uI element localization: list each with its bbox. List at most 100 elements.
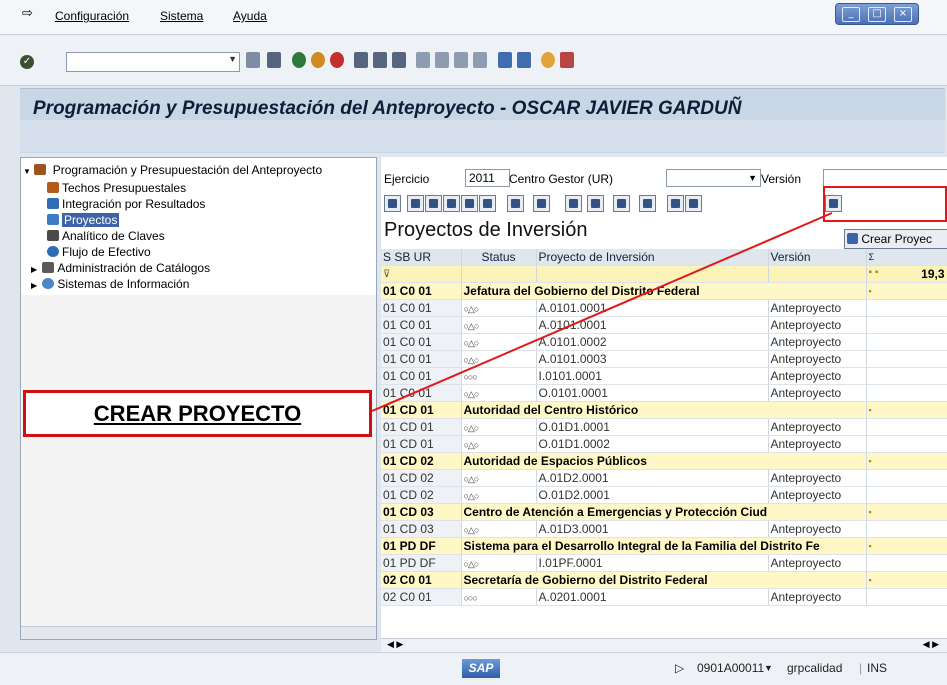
row-project[interactable]: O.0101.0001 [536,384,769,402]
menu-configuracion[interactable]: Configuración [55,9,129,23]
tree-folder-sistemas[interactable]: ▶ Sistemas de Información [31,277,189,292]
row-project[interactable]: A.01D2.0001 [536,469,769,487]
exit-icon[interactable] [311,52,325,68]
layout-icon[interactable] [560,52,574,68]
scroll-left-icon[interactable]: ◀ ▶ [387,639,403,650]
row-project[interactable]: I.01PF.0001 [536,554,769,572]
row-project[interactable]: O.01D1.0002 [536,435,769,453]
group-row[interactable]: 01 PD DF Sistema para el Desarrollo Integ… [381,537,947,555]
layout-icon[interactable] [639,195,656,212]
tree-scrollbar[interactable] [21,626,376,639]
last-page-icon[interactable] [473,52,487,68]
minimize-icon[interactable]: _ [842,7,860,22]
col-header-sum[interactable]: Σ [866,249,947,266]
table-row[interactable]: 01 CD 02 ○△○ A.01D2.0001 Anteproyecto [381,469,947,487]
row-project[interactable]: A.01D3.0001 [536,520,769,538]
tree-root[interactable]: ▼ Programación y Presupuestación del Ant… [23,163,322,178]
collapsed-arrow-icon[interactable]: ▶ [31,265,39,274]
table-row[interactable]: 01 CD 02 ○△○ O.01D2.0001 Anteproyecto [381,486,947,504]
sort-asc-icon[interactable] [407,195,424,212]
details-icon[interactable] [384,195,401,212]
sort-desc-icon[interactable] [425,195,442,212]
save-icon[interactable] [267,52,281,68]
centro-gestor-field[interactable]: ▼ [666,169,761,187]
col-header-version[interactable]: Versión [768,249,867,266]
views-icon[interactable] [587,195,604,212]
expand-arrow-icon[interactable]: ▼ [23,167,31,176]
row-project[interactable]: A.0101.0003 [536,350,769,368]
cancel-icon[interactable] [330,52,344,68]
save-prev-icon[interactable] [246,52,260,68]
group-row[interactable]: 02 C0 01 Secretaría de Gobierno del Distr… [381,571,947,589]
tree-item-proyectos[interactable]: Proyectos [47,213,120,228]
col-header-code[interactable]: S SB UR [381,249,462,266]
group-row[interactable]: 01 CD 03 Centro de Atención a Emergencias… [381,503,947,521]
status-arrow-icon[interactable]: ▷ [675,661,684,675]
tree-item-integracion[interactable]: Integración por Resultados [47,197,205,212]
row-project[interactable]: I.0101.0001 [536,367,769,385]
chevron-down-icon[interactable]: ▼ [748,170,757,186]
next-page-icon[interactable] [454,52,468,68]
table-row[interactable]: 01 C0 01 ○△○ A.0101.0003 Anteproyecto [381,350,947,368]
find-next-icon[interactable] [392,52,406,68]
find-icon[interactable] [443,195,460,212]
maximize-icon[interactable]: □ [868,7,886,22]
total-filter-icon[interactable]: ⊽ [381,265,462,283]
tree-item-techos[interactable]: Techos Presupuestales [47,181,186,196]
menu-ayuda[interactable]: Ayuda [233,9,267,23]
row-project[interactable]: O.01D1.0001 [536,418,769,436]
row-project[interactable]: A.0101.0002 [536,333,769,351]
print-icon[interactable] [565,195,582,212]
table-row[interactable]: 01 C0 01 ○△○ A.0101.0001 Anteproyecto [381,299,947,317]
ejercicio-field[interactable]: 2011 [465,169,510,187]
new-session-icon[interactable] [498,52,512,68]
table-row[interactable]: 01 C0 01 ○△○ O.0101.0001 Anteproyecto [381,384,947,402]
version-field[interactable] [823,169,947,187]
table-row[interactable]: 01 CD 01 ○△○ O.01D1.0001 Anteproyecto [381,418,947,436]
info-icon[interactable] [685,195,702,212]
print-icon[interactable] [354,52,368,68]
grid-horizontal-scrollbar[interactable]: ◀ ▶ ◀ ▶ [381,638,947,652]
row-project[interactable]: A.0101.0001 [536,299,769,317]
row-project[interactable]: A.0101.0001 [536,316,769,334]
table-row[interactable]: 01 PD DF ○△○ I.01PF.0001 Anteproyecto [381,554,947,572]
session-id[interactable]: 0901A00011 [697,661,764,675]
crear-proyecto-button[interactable]: Crear Proyec [844,229,947,249]
tree-item-flujo[interactable]: Flujo de Efectivo [47,245,151,260]
table-row[interactable]: 01 CD 03 ○△○ A.01D3.0001 Anteproyecto [381,520,947,538]
table-row[interactable]: 01 C0 01 ○○○ I.0101.0001 Anteproyecto [381,367,947,385]
group-row[interactable]: 01 C0 01 Jefatura del Gobierno del Distri… [381,282,947,300]
collapsed-arrow-icon[interactable]: ▶ [31,281,39,290]
filter-icon[interactable] [479,195,496,212]
col-header-proyecto[interactable]: Proyecto de Inversión [536,249,769,266]
graphic-icon[interactable] [667,195,684,212]
chevron-down-icon[interactable]: ▼ [228,54,237,64]
scroll-right-icon[interactable]: ◀ ▶ [923,639,939,650]
back-icon[interactable] [292,52,306,68]
table-row[interactable]: 01 CD 01 ○△○ O.01D1.0002 Anteproyecto [381,435,947,453]
help-icon[interactable] [541,52,555,68]
table-row[interactable]: 01 C0 01 ○△○ A.0101.0001 Anteproyecto [381,316,947,334]
row-project[interactable]: A.0201.0001 [536,588,769,606]
group-row[interactable]: 01 CD 01 Autoridad del Centro Histórico ▪ [381,401,947,419]
menu-icon[interactable]: ⇨ [22,6,33,21]
tree-item-analitico[interactable]: Analítico de Claves [47,229,165,244]
find-next-icon[interactable] [461,195,478,212]
table-row[interactable]: 02 C0 01 ○○○ A.0201.0001 Anteproyecto [381,588,947,606]
enter-check-icon[interactable]: ✓ [20,55,34,69]
close-icon[interactable]: × [894,7,912,22]
table-row[interactable]: 01 C0 01 ○△○ A.0101.0002 Anteproyecto [381,333,947,351]
command-field[interactable]: ▼ [66,52,240,72]
row-project[interactable]: O.01D2.0001 [536,486,769,504]
export-icon[interactable] [613,195,630,212]
shortcut-icon[interactable] [517,52,531,68]
col-header-status[interactable]: Status [461,249,537,266]
group-row[interactable]: 01 CD 02 Autoridad de Espacios Públicos ▪ [381,452,947,470]
prev-page-icon[interactable] [435,52,449,68]
first-page-icon[interactable] [416,52,430,68]
chevron-down-icon[interactable]: ▼ [764,663,773,673]
find-icon[interactable] [373,52,387,68]
menu-sistema[interactable]: Sistema [160,9,203,23]
tree-folder-catalogos[interactable]: ▶ Administración de Catálogos [31,261,210,276]
sum-icon[interactable] [507,195,524,212]
